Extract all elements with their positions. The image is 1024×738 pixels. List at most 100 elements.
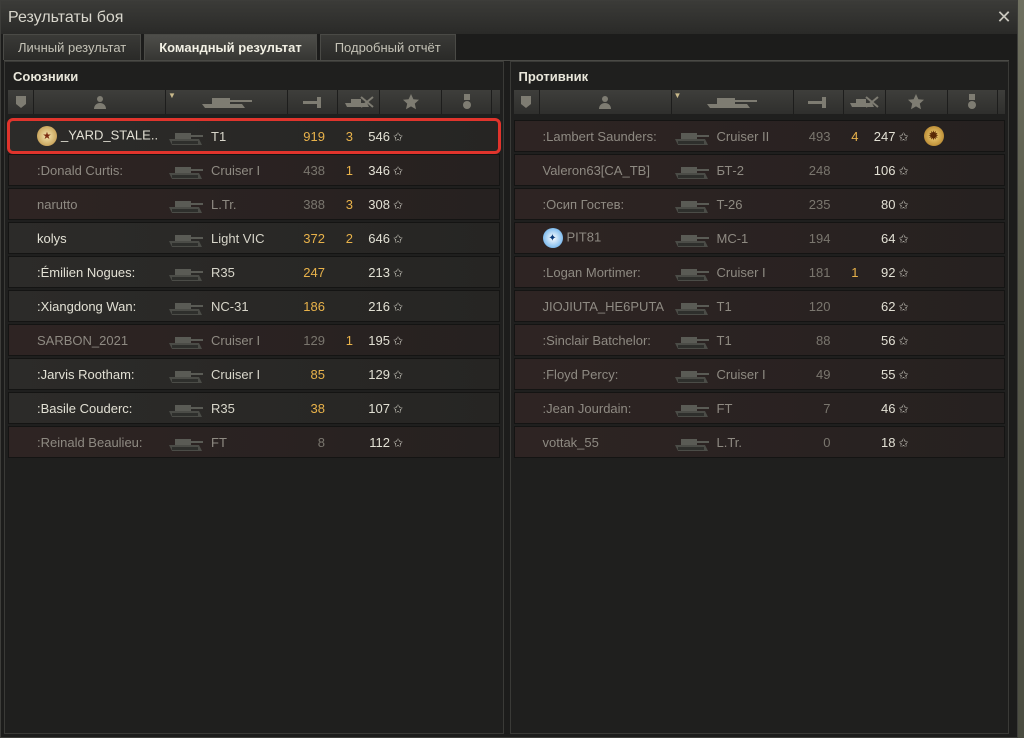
star-icon: ✩: [392, 367, 403, 382]
tank-name: Cruiser I: [716, 366, 766, 382]
column-tank-icon[interactable]: ▼: [672, 90, 794, 114]
player-row[interactable]: JIOJIUTA_HE6PUTA T1 120 62 ✩: [513, 290, 1005, 322]
frags-value: 2: [345, 230, 353, 246]
frags-value: 3: [345, 196, 353, 212]
player-row[interactable]: :Xiangdong Wan: NC-31 186 216 ✩: [8, 290, 500, 322]
column-frags-icon[interactable]: [844, 90, 886, 114]
star-icon: ✩: [898, 163, 909, 178]
player-row[interactable]: :Émilien Nogues: R35 247 213 ✩: [8, 256, 500, 288]
player-row[interactable]: :Basile Couderc: R35 38 107 ✩: [8, 392, 500, 424]
enemies-column-header: ▼: [513, 90, 1005, 114]
column-player-icon[interactable]: [34, 90, 166, 114]
column-player-icon[interactable]: [540, 90, 672, 114]
player-row[interactable]: vottak_55 L.Tr. 0 18 ✩: [513, 426, 1005, 458]
player-row[interactable]: SARBON_2021 Cruiser I 129 1 195 ✩: [8, 324, 500, 356]
frags-value: 1: [851, 264, 859, 280]
column-squad-icon[interactable]: [8, 90, 34, 114]
star-icon: ✩: [898, 231, 909, 246]
squad-slot: [9, 257, 35, 287]
player-name: :Осип Гостев:: [542, 196, 625, 212]
column-xp-star-icon[interactable]: [886, 90, 948, 114]
tank-icon: [673, 121, 713, 151]
tab-team-result[interactable]: Командный результат: [144, 34, 317, 60]
xp-value: 46 ✩: [880, 400, 909, 416]
player-name: Valeron63[CA_TB]: [542, 162, 650, 178]
damage-value: 438: [303, 162, 325, 178]
player-name: ✦ PIT81: [541, 228, 673, 248]
star-icon: ✩: [898, 299, 909, 314]
sort-arrow-icon: ▼: [168, 91, 176, 100]
damage-value: 181: [808, 264, 831, 280]
star-icon: ✩: [392, 333, 403, 348]
squad-slot: [515, 257, 541, 287]
star-icon: ✩: [392, 435, 403, 450]
tank-name: L.Tr.: [211, 196, 237, 212]
player-row[interactable]: :Logan Mortimer: Cruiser I 181 1 92 ✩: [513, 256, 1005, 288]
order-medal-icon: ✹: [923, 126, 944, 146]
player-name: :Jean Jourdain:: [542, 400, 632, 416]
tank-name: T1: [716, 298, 732, 314]
column-frags-icon[interactable]: [338, 90, 380, 114]
column-squad-icon[interactable]: [514, 90, 540, 114]
xp-value: 107 ✩: [368, 400, 403, 416]
player-row[interactable]: narutto L.Tr. 388 3 308 ✩: [8, 188, 500, 220]
player-row[interactable]: ★ _YARD_STALE.. T1 919 3 546 ✩: [7, 118, 500, 154]
player-row[interactable]: Valeron63[CA_TB] БТ-2 248 106 ✩: [513, 154, 1005, 186]
squad-slot: [9, 325, 35, 355]
tab-detailed-report[interactable]: Подробный отчёт: [319, 34, 456, 60]
tank-icon: [167, 189, 207, 219]
xp-value: 213 ✩: [368, 264, 403, 280]
tank-icon: [673, 189, 713, 219]
column-medal-icon[interactable]: [948, 90, 998, 114]
squad-slot: [9, 155, 35, 185]
tank-icon: [673, 223, 713, 253]
player-row[interactable]: :Donald Curtis: Cruiser I 438 1 346 ✩: [8, 154, 500, 186]
damage-value: 120: [808, 298, 831, 314]
tank-name: T1: [211, 128, 227, 144]
tabs-bar: Личный результат Командный результат Под…: [3, 34, 456, 60]
tank-name: T-26: [716, 196, 743, 212]
player-name: :Émilien Nogues:: [37, 264, 136, 280]
player-name: :Lambert Saunders:: [542, 128, 657, 144]
star-icon: ✩: [898, 333, 909, 348]
damage-value: 493: [808, 128, 831, 144]
window-title: Результаты боя: [8, 8, 124, 26]
player-row[interactable]: :Sinclair Batchelor: T1 88 56 ✩: [513, 324, 1005, 356]
close-icon[interactable]: ✕: [995, 8, 1013, 26]
player-row[interactable]: :Jean Jourdain: FT 7 46 ✩: [513, 392, 1005, 424]
medal-slot: ✹: [909, 126, 959, 146]
squad-slot: [9, 223, 35, 253]
column-damage-icon[interactable]: [288, 90, 338, 114]
player-name: :Xiangdong Wan:: [37, 298, 137, 314]
squad-slot: [515, 427, 541, 457]
tank-icon: [673, 291, 713, 321]
star-icon: ✩: [392, 401, 403, 416]
player-row[interactable]: :Reinald Beaulieu: FT 8 112 ✩: [8, 426, 500, 458]
player-name: :Jarvis Rootham:: [37, 366, 135, 382]
player-name: :Floyd Percy:: [542, 366, 619, 382]
tab-personal-result[interactable]: Личный результат: [3, 34, 142, 60]
player-row[interactable]: :Осип Гостев: T-26 235 80 ✩: [513, 188, 1005, 220]
xp-value: 346 ✩: [368, 162, 403, 178]
star-icon: ✩: [392, 197, 403, 212]
player-row[interactable]: :Lambert Saunders: Cruiser II 493 4 247 ✩ ✹: [513, 120, 1005, 152]
column-tank-icon[interactable]: ▼: [166, 90, 288, 114]
tank-name: T1: [716, 332, 732, 348]
column-damage-icon[interactable]: [794, 90, 844, 114]
player-row[interactable]: ✦ PIT81 MC-1 194 64 ✩: [513, 222, 1005, 254]
column-xp-star-icon[interactable]: [380, 90, 442, 114]
tank-icon: [167, 427, 207, 457]
tank-name: БТ-2: [716, 162, 744, 178]
xp-value: 247 ✩: [873, 128, 909, 144]
frags-value: 1: [345, 332, 353, 348]
column-medal-icon[interactable]: [442, 90, 492, 114]
player-name: :Donald Curtis:: [37, 162, 123, 178]
squad-slot: [9, 393, 35, 423]
enemies-title: Противник: [518, 68, 589, 84]
player-row[interactable]: :Jarvis Rootham: Cruiser I 85 129 ✩: [8, 358, 500, 390]
tank-name: FT: [211, 434, 227, 450]
player-row[interactable]: kolys Light VIC 372 2 646 ✩: [8, 222, 500, 254]
xp-value: 64 ✩: [880, 230, 909, 246]
player-row[interactable]: :Floyd Percy: Cruiser I 49 55 ✩: [513, 358, 1005, 390]
squad-slot: [515, 359, 541, 389]
